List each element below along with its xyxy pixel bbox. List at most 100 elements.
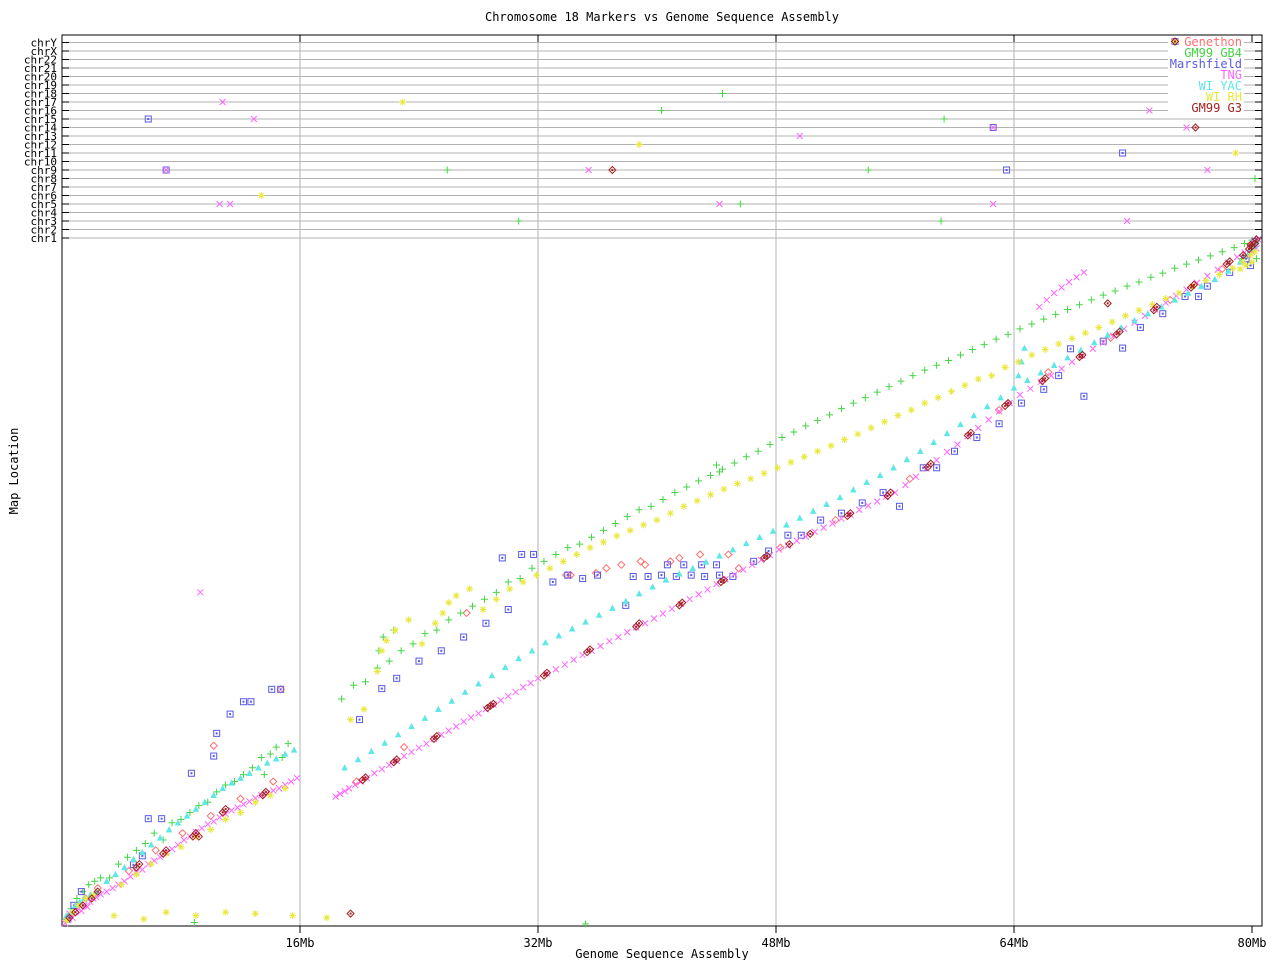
marker [96,890,99,893]
marker [668,605,676,613]
marker [867,424,875,432]
marker [1251,175,1259,182]
marker [264,790,267,793]
marker [234,804,241,812]
marker [418,640,426,648]
marker [1081,329,1089,337]
marker [110,912,118,920]
marker [1106,302,1109,305]
marker [174,819,182,826]
marker [198,824,206,832]
marker [269,787,277,794]
marker [1247,251,1255,259]
marker [707,471,715,479]
marker [1225,263,1228,266]
marker [192,805,200,812]
marker [338,695,346,703]
marker [81,904,84,907]
marker [68,916,71,919]
marker [400,752,408,760]
marker [281,750,289,757]
marker [613,532,621,540]
marker [528,647,536,654]
marker [397,647,405,655]
marker [695,591,703,598]
marker [886,495,889,497]
marker [811,528,819,536]
marker [190,919,198,927]
marker [695,550,705,559]
marker [191,835,194,838]
marker [1118,330,1121,333]
marker [532,553,535,556]
marker [249,700,252,703]
marker [800,453,808,461]
marker [135,866,138,869]
marker [368,747,375,754]
marker [715,563,718,566]
marker [622,597,630,604]
marker [228,807,235,814]
legend-item-gm99-g3: GM99 G3 [1170,37,1242,114]
marker [582,618,589,625]
marker [147,817,150,820]
marker [930,438,937,446]
marker [882,491,885,494]
marker [747,475,755,483]
marker [212,755,215,758]
marker [707,491,715,499]
marker [1052,310,1060,318]
marker [1068,334,1076,342]
marker [540,557,548,565]
marker [1005,169,1008,171]
marker [894,412,902,420]
marker [992,335,1000,343]
marker [640,521,648,529]
marker [1242,262,1250,270]
marker [165,826,173,833]
marker [160,817,163,820]
marker [586,544,594,552]
marker [840,512,843,515]
marker [551,581,554,583]
marker [767,550,770,553]
marker [123,853,131,861]
marker [742,539,750,547]
marker [380,687,383,690]
marker [542,674,545,677]
marker [873,498,881,505]
marker [210,791,218,798]
marker [897,377,905,385]
marker [576,540,584,548]
marker [408,722,415,730]
marker [1027,385,1034,393]
marker [783,521,790,528]
marker [492,588,500,596]
marker [555,632,563,639]
marker [197,835,200,838]
x-axis-label: Genome Sequence Assembly [575,947,749,960]
marker [898,505,901,508]
marker [718,574,721,577]
marker [599,526,607,534]
marker [391,626,399,634]
marker [599,538,607,546]
marker [568,625,576,632]
marker [1173,40,1176,43]
marker [435,705,442,712]
marker [488,672,496,679]
marker [415,744,423,752]
marker [975,436,978,439]
marker [168,819,176,827]
marker [552,666,560,673]
marker [371,769,378,777]
marker [261,794,264,797]
marker [1081,353,1084,356]
marker [246,798,253,805]
marker [966,434,969,437]
marker [940,115,948,123]
marker [457,609,465,617]
plot-border [61,34,1263,927]
marker [475,680,482,687]
marker [953,450,956,453]
